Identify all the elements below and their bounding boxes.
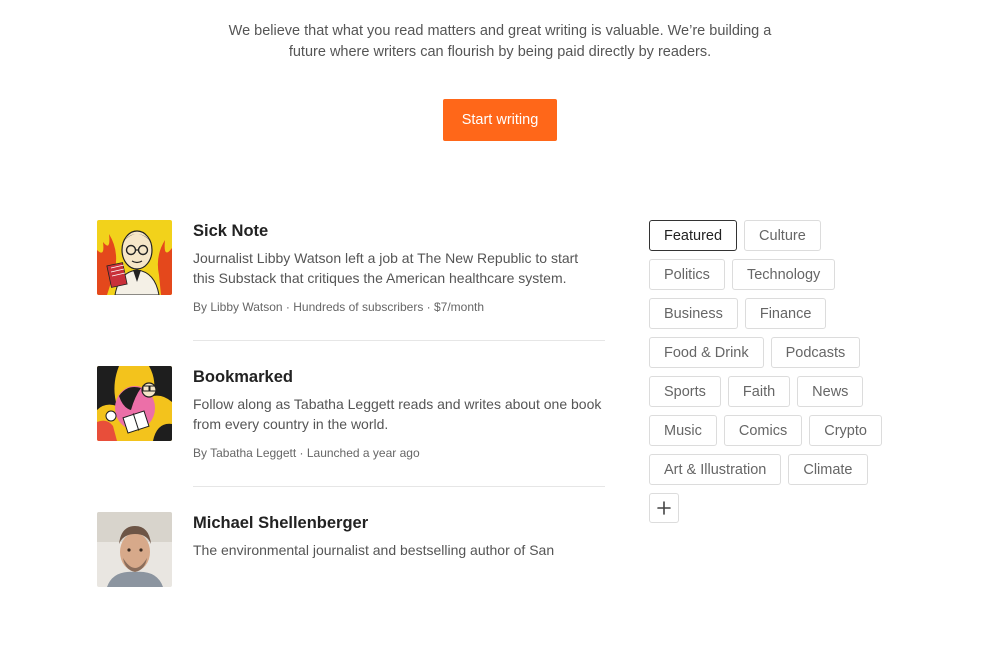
category-chip-music[interactable]: Music [649, 415, 717, 446]
category-chip-podcasts[interactable]: Podcasts [770, 337, 861, 368]
publication-item[interactable]: Bookmarked Follow along as Tabatha Legge… [97, 365, 605, 511]
category-chip-climate[interactable]: Climate [788, 454, 868, 485]
plus-icon [657, 501, 671, 515]
tagline-line-1: We believe that what you read matters an… [228, 23, 772, 39]
category-list: Featured Culture Politics Technology Bus… [649, 220, 909, 532]
category-chip-art-illustration[interactable]: Art & Illustration [649, 454, 782, 485]
sick-note-illustration [97, 220, 172, 295]
publication-item[interactable]: Sick Note Journalist Libby Watson left a… [97, 219, 605, 365]
category-row: Politics Technology [649, 259, 909, 290]
publication-description: Journalist Libby Watson left a job at Th… [193, 250, 579, 286]
publication-title[interactable]: Michael Shellenberger [193, 512, 605, 534]
category-chip-finance[interactable]: Finance [744, 298, 827, 329]
category-chip-comics[interactable]: Comics [723, 415, 803, 446]
publication-thumbnail-michael-shellenberger[interactable] [97, 512, 172, 587]
category-chip-culture[interactable]: Culture [744, 220, 821, 251]
bookmarked-illustration [97, 366, 172, 441]
publication-thumbnail-bookmarked[interactable] [97, 366, 172, 441]
author-photo [97, 512, 172, 587]
publication-list: Sick Note Journalist Libby Watson left a… [97, 219, 605, 657]
category-row: Featured Culture [649, 220, 909, 251]
category-row: Art & Illustration Climate [649, 454, 909, 485]
category-chip-technology[interactable]: Technology [731, 259, 836, 290]
publication-description: The environmental journalist and bestsel… [193, 542, 555, 558]
publication-thumbnail-sick-note[interactable] [97, 220, 172, 295]
category-chip-crypto[interactable]: Crypto [809, 415, 882, 446]
divider [193, 486, 605, 487]
category-chip-faith[interactable]: Faith [727, 376, 791, 407]
category-chip-business[interactable]: Business [649, 298, 738, 329]
category-row: Music Comics Crypto [649, 415, 909, 446]
category-chip-sports[interactable]: Sports [649, 376, 721, 407]
category-row: Business Finance [649, 298, 909, 329]
divider [193, 340, 605, 341]
category-row [649, 493, 909, 524]
publication-meta: By Libby Watson · Hundreds of subscriber… [193, 300, 485, 314]
intro-tagline: We believe that what you read matters an… [200, 21, 800, 63]
add-category-button[interactable] [649, 493, 679, 523]
category-chip-food-drink[interactable]: Food & Drink [649, 337, 764, 368]
publication-meta: By Tabatha Leggett · Launched a year ago [193, 446, 420, 460]
publication-title[interactable]: Bookmarked [193, 366, 605, 388]
tagline-line-2: future where writers can flourish by bei… [288, 44, 712, 60]
category-chip-featured[interactable]: Featured [649, 220, 738, 251]
publication-description: Follow along as Tabatha Leggett reads an… [193, 396, 602, 432]
category-chip-politics[interactable]: Politics [649, 259, 725, 290]
category-chip-news[interactable]: News [797, 376, 864, 407]
publication-item[interactable]: Michael Shellenberger The environmental … [97, 511, 605, 657]
start-writing-button[interactable]: Start writing [443, 99, 557, 141]
category-row: Sports Faith News [649, 376, 909, 407]
category-row: Food & Drink Podcasts [649, 337, 909, 368]
publication-title[interactable]: Sick Note [193, 220, 605, 242]
